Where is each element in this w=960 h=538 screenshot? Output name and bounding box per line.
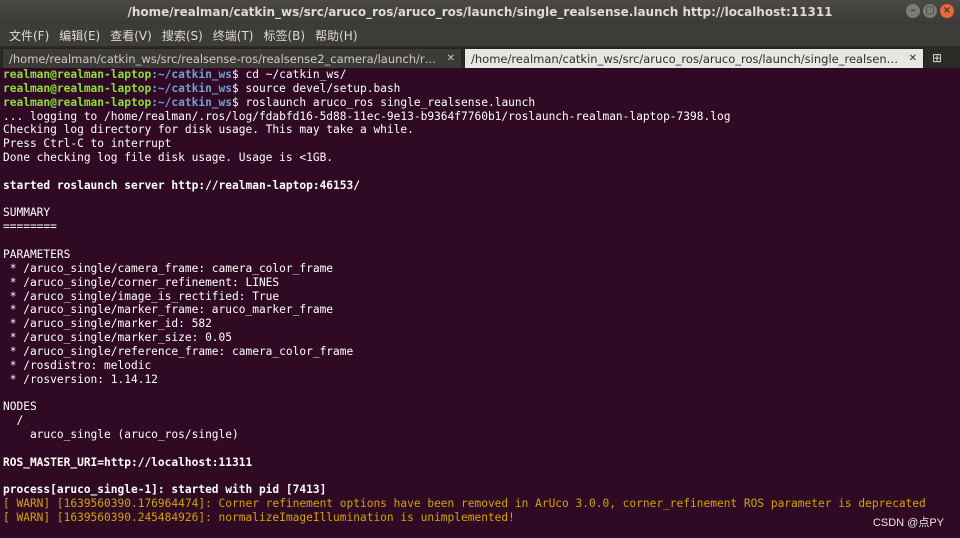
parameter-line: * /aruco_single/image_is_rectified: True: [3, 289, 280, 303]
command-text: source devel/setup.bash: [245, 81, 401, 95]
menu-help[interactable]: 帮助(H): [310, 27, 362, 44]
command-text: roslaunch aruco_ros single_realsense.lau…: [245, 95, 536, 109]
tab-label: /home/realman/catkin_ws/src/aruco_ros/ar…: [471, 51, 903, 66]
tab-aruco-launch[interactable]: /home/realman/catkin_ws/src/aruco_ros/ar…: [464, 48, 924, 68]
node-namespace-line: /: [3, 414, 24, 428]
parameter-line: * /aruco_single/corner_refinement: LINES: [3, 275, 280, 289]
prompt-symbol: $: [232, 68, 246, 81]
parameter-line: * /aruco_single/marker_id: 582: [3, 317, 212, 331]
parameter-line: * /aruco_single/reference_frame: camera_…: [3, 344, 354, 358]
warning-line: [ WARN] [1639560390.245484926]: normaliz…: [3, 511, 515, 524]
tab-label: /home/realman/catkin_ws/src/realsense-ro…: [9, 51, 441, 66]
menu-edit[interactable]: 编辑(E): [54, 27, 105, 44]
prompt-path: :~/catkin_ws: [151, 81, 233, 95]
log-line: Checking log directory for disk usage. T…: [3, 123, 414, 137]
nodes-heading: NODES: [3, 400, 37, 414]
menu-file[interactable]: 文件(F): [4, 27, 54, 44]
prompt-symbol: $: [232, 95, 246, 109]
prompt-path: :~/catkin_ws: [151, 95, 233, 109]
prompt-user: realman@realman-laptop: [3, 95, 152, 109]
summary-heading: SUMMARY: [3, 206, 51, 220]
warning-line: [ WARN] [1639560390.176964474]: Corner r…: [3, 497, 926, 511]
process-started-line: process[aruco_single-1]: started with pi…: [3, 483, 327, 497]
menu-view[interactable]: 查看(V): [105, 27, 157, 44]
parameter-line: * /aruco_single/marker_size: 0.05: [3, 331, 233, 345]
server-started-line: started roslaunch server http://realman-…: [3, 178, 360, 192]
tab-realsense-camera[interactable]: /home/realman/catkin_ws/src/realsense-ro…: [2, 48, 462, 68]
log-line: Done checking log file disk usage. Usage…: [3, 151, 334, 165]
command-text: cd ~/catkin_ws/: [245, 68, 347, 81]
prompt-path: :~/catkin_ws: [151, 68, 233, 81]
log-line: Press Ctrl-C to interrupt: [3, 137, 172, 151]
window-titlebar: /home/realman/catkin_ws/src/aruco_ros/ar…: [0, 0, 960, 24]
terminal-command-line: realman@realman-laptop:~/catkin_ws$ cd ~…: [3, 68, 957, 82]
menu-bar: 文件(F) 编辑(E) 查看(V) 搜索(S) 终端(T) 标签(B) 帮助(H…: [0, 24, 960, 46]
window-controls: – ▢ ×: [906, 4, 954, 18]
menu-terminal[interactable]: 终端(T): [208, 27, 259, 44]
menu-search[interactable]: 搜索(S): [157, 27, 208, 44]
terminal-command-line: realman@realman-laptop:~/catkin_ws$ rosl…: [3, 96, 957, 110]
window-title: /home/realman/catkin_ws/src/aruco_ros/ar…: [127, 5, 833, 19]
parameter-line: * /aruco_single/marker_frame: aruco_mark…: [3, 303, 334, 317]
tab-close-icon[interactable]: ✕: [447, 53, 455, 64]
minimize-icon[interactable]: –: [906, 4, 920, 18]
tab-close-icon[interactable]: ✕: [909, 53, 917, 64]
prompt-user: realman@realman-laptop: [3, 81, 152, 95]
watermark: CSDN @点PY: [872, 517, 944, 529]
node-line: aruco_single (aruco_ros/single): [3, 427, 239, 441]
ros-master-uri-line: ROS_MASTER_URI=http://localhost:11311: [3, 455, 253, 469]
new-tab-icon[interactable]: ⊞: [924, 48, 950, 68]
tab-bar: /home/realman/catkin_ws/src/realsense-ro…: [0, 46, 960, 68]
terminal-output[interactable]: realman@realman-laptop:~/catkin_ws$ cd ~…: [0, 68, 960, 538]
parameter-line: * /aruco_single/camera_frame: camera_col…: [3, 261, 334, 275]
close-icon[interactable]: ×: [940, 4, 954, 18]
summary-underline: ========: [3, 220, 57, 234]
maximize-icon[interactable]: ▢: [923, 4, 937, 18]
parameter-line: * /rosversion: 1.14.12: [3, 372, 158, 386]
menu-tabs[interactable]: 标签(B): [259, 27, 311, 44]
prompt-user: realman@realman-laptop: [3, 68, 152, 81]
terminal-command-line: realman@realman-laptop:~/catkin_ws$ sour…: [3, 82, 957, 96]
parameter-line: * /rosdistro: melodic: [3, 358, 152, 372]
parameters-heading: PARAMETERS: [3, 247, 71, 261]
prompt-symbol: $: [232, 81, 246, 95]
log-line: ... logging to /home/realman/.ros/log/fd…: [3, 109, 731, 123]
